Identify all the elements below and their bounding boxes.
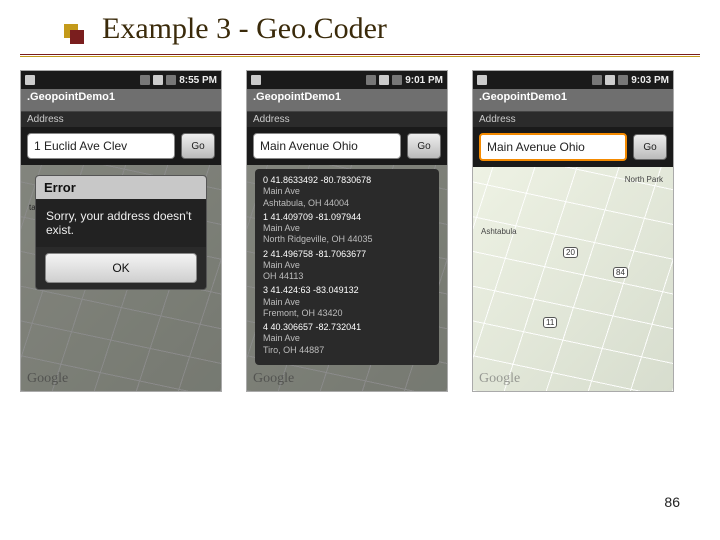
phone-screenshot-3: 9:03 PM .GeopointDemo1 Address Main Aven… — [472, 70, 674, 392]
screenshots-row: 8:55 PM .GeopointDemo1 Address 1 Euclid … — [20, 70, 700, 392]
map-view[interactable]: tabula Google Error Sorry, your address … — [21, 165, 221, 391]
result-line1: Main Ave — [263, 260, 431, 271]
slide-title: Example 3 - Geo.Coder — [102, 12, 387, 46]
threeg-icon — [592, 75, 602, 85]
map-place-label: North Park — [625, 175, 663, 184]
result-line1: Main Ave — [263, 186, 431, 197]
address-row: Main Avenue Ohio Go — [473, 127, 673, 167]
result-line2: Ashtabula, OH 44004 — [263, 198, 431, 209]
result-item[interactable]: 4 40.306657 -82.732041 Main Ave Tiro, OH… — [263, 322, 431, 356]
result-coords: 3 41.424:63 -83.049132 — [263, 285, 431, 296]
status-bar: 8:55 PM — [21, 71, 221, 89]
result-line2: North Ridgeville, OH 44035 — [263, 234, 431, 245]
app-title-bar: .GeopointDemo1 — [473, 89, 673, 112]
address-input[interactable]: Main Avenue Ohio — [253, 133, 401, 159]
slide-accent — [64, 24, 82, 42]
battery-icon — [166, 75, 176, 85]
dialog-message: Sorry, your address doesn't exist. — [36, 199, 206, 247]
address-label: Address — [473, 112, 673, 127]
result-line1: Main Ave — [263, 223, 431, 234]
ok-button[interactable]: OK — [45, 253, 197, 283]
rule-primary — [20, 54, 700, 55]
address-label: Address — [247, 112, 447, 127]
address-row: Main Avenue Ohio Go — [247, 127, 447, 165]
result-coords: 2 41.496758 -81.7063677 — [263, 249, 431, 260]
result-coords: 1 41.409709 -81.097944 — [263, 212, 431, 223]
threeg-icon — [366, 75, 376, 85]
map-view[interactable]: tabula Google 0 41.8633492 -80.7830678 M… — [247, 165, 447, 391]
clock-text: 9:03 PM — [631, 75, 669, 86]
notification-icon — [251, 75, 261, 85]
result-line1: Main Ave — [263, 333, 431, 344]
rule-secondary — [20, 56, 700, 57]
battery-icon — [392, 75, 402, 85]
address-label: Address — [21, 112, 221, 127]
go-button[interactable]: Go — [407, 133, 441, 159]
notification-icon — [477, 75, 487, 85]
go-button[interactable]: Go — [181, 133, 215, 159]
battery-icon — [618, 75, 628, 85]
result-item[interactable]: 2 41.496758 -81.7063677 Main Ave OH 4411… — [263, 249, 431, 283]
address-row: 1 Euclid Ave Clev Go — [21, 127, 221, 165]
clock-text: 9:01 PM — [405, 75, 443, 86]
map-watermark: Google — [479, 371, 520, 387]
result-line1: Main Ave — [263, 297, 431, 308]
status-bar: 9:01 PM — [247, 71, 447, 89]
result-coords: 4 40.306657 -82.732041 — [263, 322, 431, 333]
go-button[interactable]: Go — [633, 134, 667, 160]
signal-icon — [153, 75, 163, 85]
results-overlay: 0 41.8633492 -80.7830678 Main Ave Ashtab… — [247, 165, 447, 391]
geocode-results[interactable]: 0 41.8633492 -80.7830678 Main Ave Ashtab… — [255, 169, 439, 365]
result-line2: Fremont, OH 43420 — [263, 308, 431, 319]
result-line2: Tiro, OH 44887 — [263, 345, 431, 356]
result-item[interactable]: 3 41.424:63 -83.049132 Main Ave Fremont,… — [263, 285, 431, 319]
app-title-bar: .GeopointDemo1 — [21, 89, 221, 112]
phone-screenshot-2: 9:01 PM .GeopointDemo1 Address Main Aven… — [246, 70, 448, 392]
result-item[interactable]: 1 41.409709 -81.097944 Main Ave North Ri… — [263, 212, 431, 246]
map-view[interactable]: North Park Ashtabula 20 84 11 Google — [473, 167, 673, 391]
address-input[interactable]: 1 Euclid Ave Clev — [27, 133, 175, 159]
phone-screenshot-1: 8:55 PM .GeopointDemo1 Address 1 Euclid … — [20, 70, 222, 392]
highway-shield-icon: 20 — [563, 247, 578, 258]
result-item[interactable]: 0 41.8633492 -80.7830678 Main Ave Ashtab… — [263, 175, 431, 209]
map-place-label: Ashtabula — [481, 227, 517, 236]
app-title-bar: .GeopointDemo1 — [247, 89, 447, 112]
dialog-actions: OK — [36, 247, 206, 289]
dialog-title: Error — [36, 176, 206, 199]
highway-shield-icon: 84 — [613, 267, 628, 278]
page-number: 86 — [664, 494, 680, 510]
threeg-icon — [140, 75, 150, 85]
notification-icon — [25, 75, 35, 85]
address-input[interactable]: Main Avenue Ohio — [479, 133, 627, 161]
status-bar: 9:03 PM — [473, 71, 673, 89]
clock-text: 8:55 PM — [179, 75, 217, 86]
signal-icon — [379, 75, 389, 85]
modal-overlay: Error Sorry, your address doesn't exist.… — [21, 165, 221, 391]
result-coords: 0 41.8633492 -80.7830678 — [263, 175, 431, 186]
error-dialog: Error Sorry, your address doesn't exist.… — [35, 175, 207, 290]
result-line2: OH 44113 — [263, 271, 431, 282]
signal-icon — [605, 75, 615, 85]
highway-shield-icon: 11 — [543, 317, 557, 328]
